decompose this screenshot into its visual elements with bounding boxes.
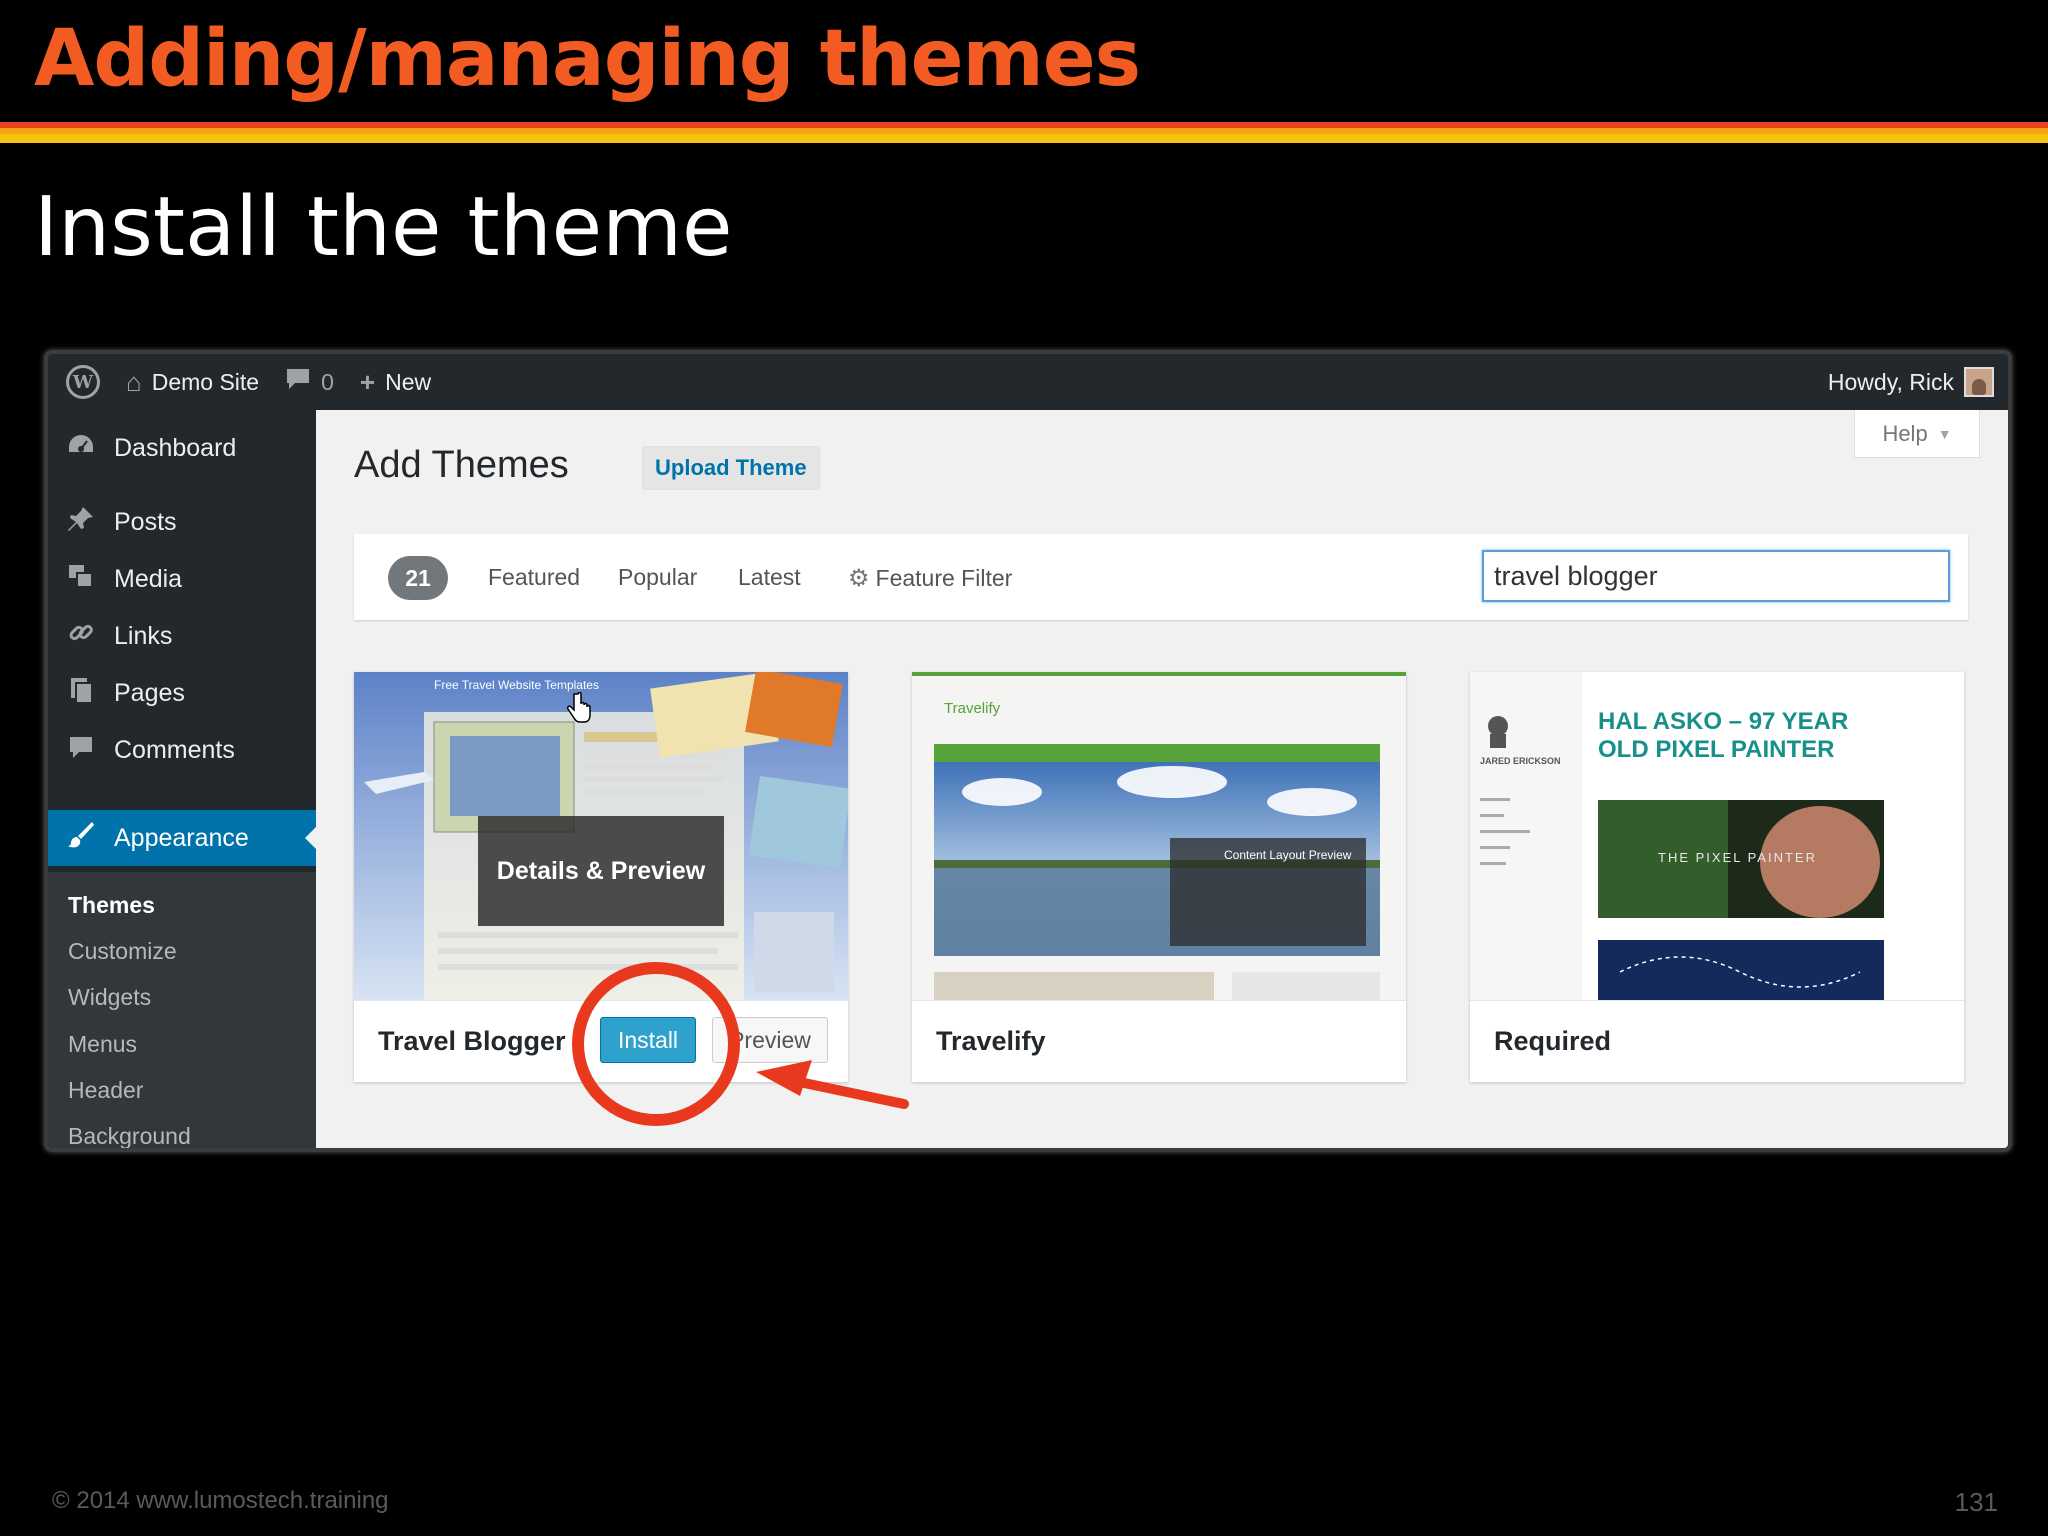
filter-popular[interactable]: Popular bbox=[618, 564, 697, 591]
admin-sidebar: Dashboard Posts Media Links Pages Commen… bbox=[48, 410, 316, 1148]
mock-banner-text: Free Travel Website Templates bbox=[434, 678, 599, 692]
feature-filter-link[interactable]: ⚙ Feature Filter bbox=[848, 564, 1012, 593]
sidebar-item-pages[interactable]: Pages bbox=[48, 665, 316, 721]
plus-icon: + bbox=[359, 366, 376, 397]
pin-icon bbox=[64, 505, 98, 540]
sidebar-item-media[interactable]: Media bbox=[48, 551, 316, 607]
slide-number: 131 bbox=[1954, 1487, 1998, 1517]
wordpress-screenshot: W ⌂ Demo Site 0 + New Howdy, Rick Dashbo… bbox=[44, 350, 2012, 1152]
sidebar-item-label: Media bbox=[114, 564, 183, 593]
install-button[interactable]: Install bbox=[600, 1017, 696, 1063]
admin-bar: W ⌂ Demo Site 0 + New Howdy, Rick bbox=[48, 354, 2008, 410]
theme-card-travelify[interactable]: Travelify Content Layout Preview Traveli… bbox=[912, 672, 1406, 1082]
hand-cursor-icon bbox=[567, 692, 591, 723]
site-name-link[interactable]: ⌂ Demo Site bbox=[126, 367, 259, 398]
theme-card-travel-blogger[interactable]: Free Travel Website Templates Details & … bbox=[354, 672, 848, 1082]
filter-latest[interactable]: Latest bbox=[738, 564, 801, 591]
sidebar-item-label: Posts bbox=[114, 507, 177, 536]
copyright-footer: © 2014 www.lumostech.training bbox=[52, 1487, 389, 1514]
submenu-background[interactable]: Background bbox=[68, 1123, 191, 1148]
theme-name: Travel Blogger bbox=[378, 1026, 566, 1056]
comments-link[interactable]: 0 bbox=[285, 367, 334, 398]
theme-name: Required bbox=[1494, 1026, 1612, 1056]
appearance-submenu: Themes Customize Widgets Menus Header Ba… bbox=[48, 872, 316, 1148]
upload-theme-button[interactable]: Upload Theme bbox=[642, 446, 820, 490]
sidebar-item-label: Appearance bbox=[114, 823, 249, 852]
paintbrush-icon bbox=[64, 820, 98, 857]
sidebar-item-links[interactable]: Links bbox=[48, 608, 316, 664]
sidebar-item-label: Links bbox=[114, 621, 173, 650]
feature-filter-label: Feature Filter bbox=[875, 565, 1013, 591]
sidebar-item-posts[interactable]: Posts bbox=[48, 494, 316, 550]
theme-screenshot-travel-blogger[interactable]: Free Travel Website Templates Details & … bbox=[354, 672, 848, 1000]
theme-count-badge: 21 bbox=[388, 556, 448, 600]
pages-icon bbox=[64, 676, 98, 711]
new-content-link[interactable]: + New bbox=[360, 367, 431, 398]
theme-footer: Required bbox=[1470, 1000, 1964, 1082]
caret-down-icon: ▼ bbox=[1937, 425, 1952, 442]
help-tab[interactable]: Help ▼ bbox=[1854, 410, 1980, 458]
mock-travelify-logo: Travelify bbox=[944, 700, 1001, 717]
wordpress-logo-icon[interactable]: W bbox=[66, 365, 100, 399]
sidebar-item-label: Dashboard bbox=[114, 433, 237, 462]
slide-title: Adding/managing themes bbox=[34, 14, 1141, 104]
help-label: Help bbox=[1882, 420, 1928, 446]
mock-post-heading-line2: OLD PIXEL PAINTER bbox=[1598, 736, 1835, 763]
site-name-label: Demo Site bbox=[151, 368, 260, 395]
sidebar-item-label: Comments bbox=[114, 735, 235, 764]
sidebar-item-label: Pages bbox=[114, 678, 185, 707]
preview-button[interactable]: Preview bbox=[712, 1017, 828, 1063]
gear-icon: ⚙ bbox=[848, 565, 870, 592]
theme-footer: Travelify bbox=[912, 1000, 1406, 1082]
theme-screenshot-required[interactable]: JARED ERICKSON HAL ASKO – 97 YEAR OLD PI… bbox=[1470, 672, 1964, 1000]
mock-author-name: JARED ERICKSON bbox=[1480, 756, 1561, 766]
submenu-header[interactable]: Header bbox=[68, 1077, 143, 1104]
sidebar-item-dashboard[interactable]: Dashboard bbox=[48, 420, 316, 476]
avatar bbox=[1964, 367, 1994, 397]
submenu-themes[interactable]: Themes bbox=[68, 892, 155, 919]
new-label: New bbox=[385, 368, 432, 395]
media-icon bbox=[64, 562, 98, 597]
filter-featured[interactable]: Featured bbox=[488, 564, 580, 591]
submenu-menus[interactable]: Menus bbox=[68, 1031, 137, 1058]
home-icon: ⌂ bbox=[126, 366, 142, 397]
title-stripe-yellow bbox=[0, 134, 2048, 143]
sidebar-item-appearance[interactable]: Appearance bbox=[48, 810, 316, 866]
theme-screenshot-travelify[interactable]: Travelify Content Layout Preview bbox=[912, 672, 1406, 1000]
theme-card-required[interactable]: JARED ERICKSON HAL ASKO – 97 YEAR OLD PI… bbox=[1470, 672, 1964, 1082]
link-icon bbox=[64, 619, 98, 654]
main-content: Help ▼ Add Themes Upload Theme 21 Featur… bbox=[316, 410, 2008, 1148]
slide-subtitle: Install the theme bbox=[34, 180, 733, 275]
comments-count: 0 bbox=[321, 368, 334, 395]
details-preview-overlay[interactable]: Details & Preview bbox=[478, 816, 724, 926]
mock-image-caption: THE PIXEL PAINTER bbox=[1658, 850, 1817, 865]
submenu-customize[interactable]: Customize bbox=[68, 938, 177, 965]
theme-footer: Travel Blogger Install Preview bbox=[354, 1000, 848, 1082]
submenu-widgets[interactable]: Widgets bbox=[68, 984, 151, 1011]
user-account-menu[interactable]: Howdy, Rick bbox=[1828, 354, 1994, 410]
theme-filter-bar: 21 Featured Popular Latest ⚙ Feature Filt… bbox=[354, 534, 1968, 620]
howdy-greeting: Howdy, Rick bbox=[1827, 368, 1954, 395]
comment-icon bbox=[64, 734, 98, 767]
page-title: Add Themes bbox=[354, 444, 569, 486]
mock-post-heading-line1: HAL ASKO – 97 YEAR bbox=[1598, 708, 1849, 735]
mock-content-caption: Content Layout Preview bbox=[1224, 848, 1352, 862]
sidebar-item-comments[interactable]: Comments bbox=[48, 722, 316, 778]
dashboard-icon bbox=[64, 432, 98, 465]
theme-name: Travelify bbox=[936, 1026, 1046, 1056]
theme-search-input[interactable] bbox=[1482, 550, 1950, 602]
comment-bubble-icon bbox=[285, 367, 311, 398]
